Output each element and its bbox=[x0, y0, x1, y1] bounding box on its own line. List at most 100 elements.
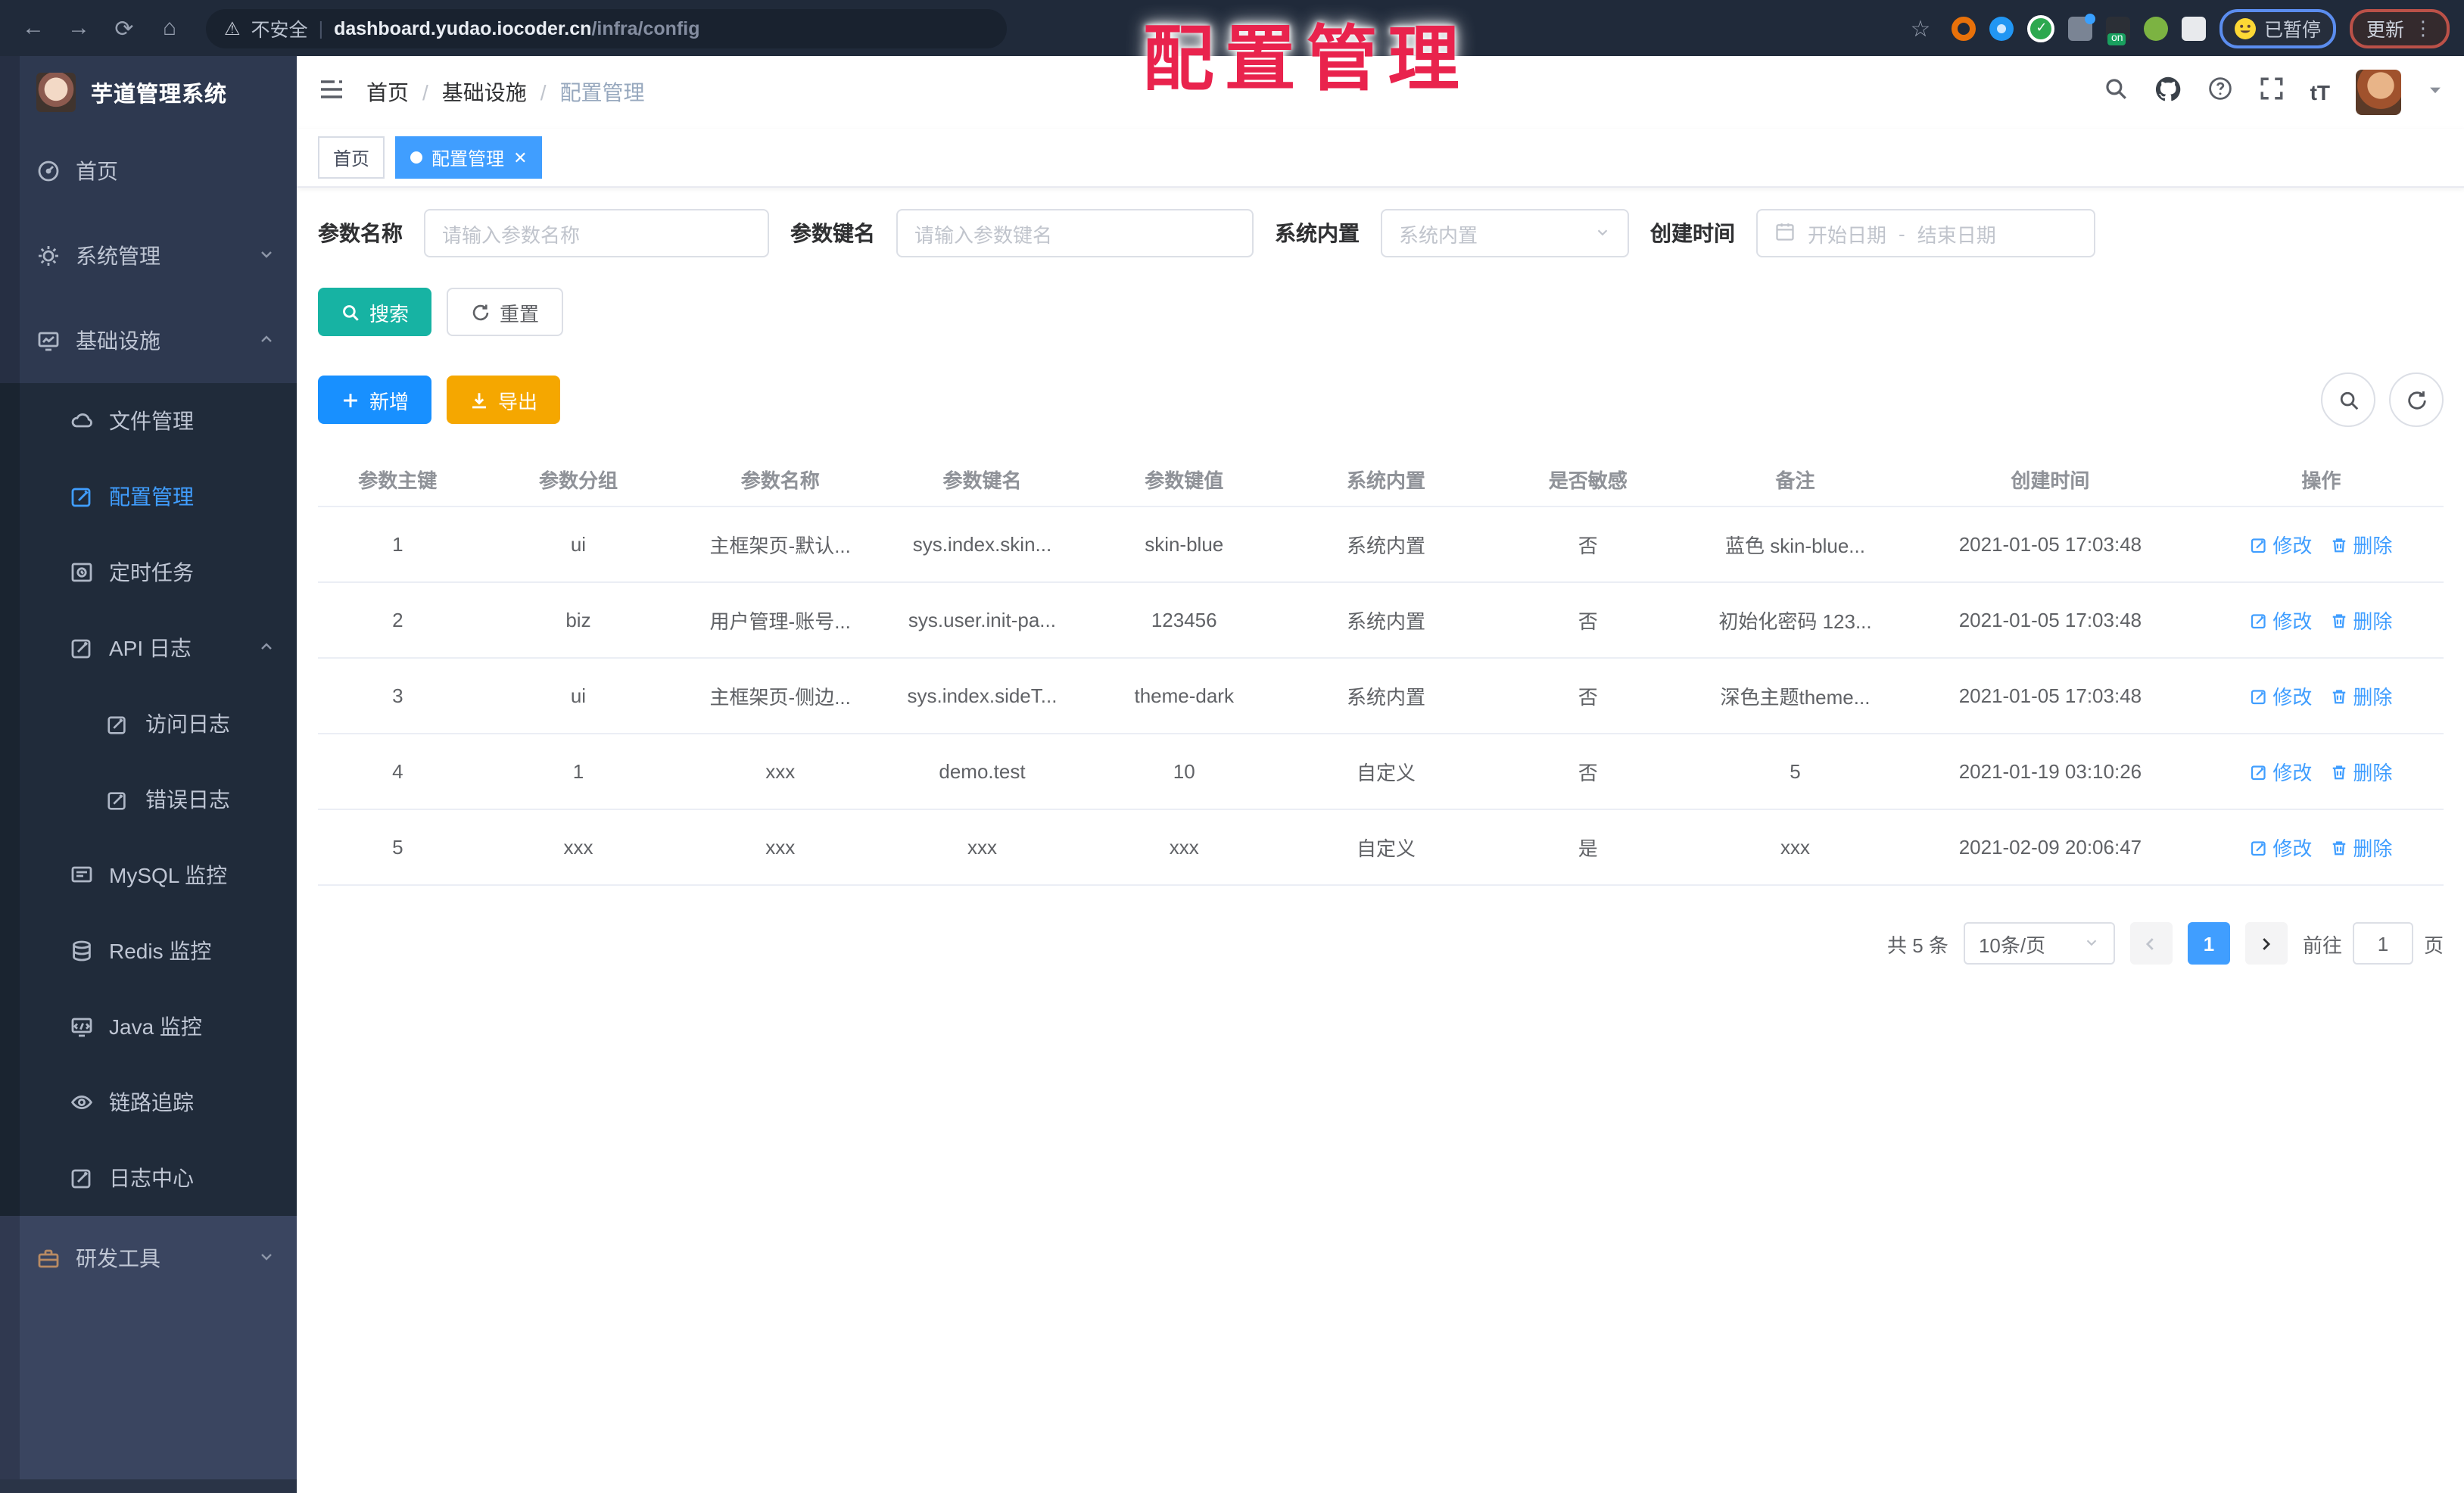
fullscreen-icon[interactable] bbox=[2259, 76, 2285, 109]
reset-button[interactable]: 重置 bbox=[447, 288, 564, 336]
sidebar-item-file[interactable]: 文件管理 bbox=[0, 383, 297, 459]
extension-pin-icon[interactable] bbox=[1989, 16, 2014, 40]
extension-orange-icon[interactable] bbox=[1952, 16, 1976, 40]
edit-link[interactable]: 修改 bbox=[2250, 606, 2312, 634]
cell-group: ui bbox=[570, 684, 587, 707]
font-size-icon[interactable]: tT bbox=[2310, 80, 2330, 104]
extension-green-icon[interactable] bbox=[2144, 16, 2169, 40]
table-header-row: 参数主键 参数分组 参数名称 参数键名 参数键值 系统内置 是否敏感 备注 创建… bbox=[318, 451, 2444, 507]
sidebar-item-home[interactable]: 首页 bbox=[0, 129, 297, 214]
edit-link[interactable]: 修改 bbox=[2250, 681, 2312, 710]
github-icon[interactable] bbox=[2154, 75, 2182, 110]
update-button[interactable]: 更新 ⋮ bbox=[2349, 8, 2450, 48]
app-logo bbox=[36, 73, 76, 112]
edit-link[interactable]: 修改 bbox=[2250, 530, 2312, 559]
reload-icon[interactable]: ⟳ bbox=[106, 10, 142, 46]
user-menu-caret-icon[interactable] bbox=[2427, 79, 2444, 106]
search-button[interactable]: 搜索 bbox=[318, 288, 432, 336]
button-label: 新增 bbox=[369, 390, 410, 413]
cell-remark: 蓝色 skin-blue... bbox=[1725, 535, 1865, 557]
browser-menu-icon[interactable]: ⋮ bbox=[2413, 16, 2433, 40]
cell-name: xxx bbox=[765, 760, 796, 783]
refresh-table-button[interactable] bbox=[2389, 372, 2444, 427]
app-shell: 芋道管理系统 首页 系统管理 基础设施 文件管理 配置管理 定时任务 API 日… bbox=[0, 56, 2464, 1493]
prev-page-button[interactable] bbox=[2129, 922, 2173, 965]
breadcrumb-infra[interactable]: 基础设施 bbox=[442, 77, 527, 108]
cell-value: skin-blue bbox=[1145, 533, 1224, 556]
sidebar-item-label: 系统管理 bbox=[76, 244, 160, 268]
sidebar-item-label: 错误日志 bbox=[145, 787, 230, 812]
page-size-select[interactable]: 10条/页 bbox=[1963, 922, 2115, 965]
sidebar-item-access-log[interactable]: 访问日志 bbox=[0, 686, 297, 762]
extensions-menu-icon[interactable] bbox=[2182, 16, 2207, 40]
search-actions-row: 搜索 重置 bbox=[318, 288, 2444, 336]
delete-link[interactable]: 删除 bbox=[2330, 681, 2392, 710]
sidebar-item-api-log[interactable]: API 日志 bbox=[0, 610, 297, 686]
toggle-search-button[interactable] bbox=[2321, 372, 2375, 427]
search-icon[interactable] bbox=[2103, 76, 2129, 109]
date-range-picker[interactable]: 开始日期 - 结束日期 bbox=[1756, 209, 2095, 257]
trash-icon bbox=[2333, 689, 2346, 703]
goto-page-input[interactable] bbox=[2352, 922, 2413, 965]
cell-id: 2 bbox=[392, 609, 403, 631]
edit-link[interactable]: 修改 bbox=[2250, 757, 2312, 786]
param-name-input[interactable]: 请输入参数名称 bbox=[424, 209, 769, 257]
extension-check-icon[interactable]: ✓ bbox=[2027, 14, 2055, 42]
sidebar-item-log-center[interactable]: 日志中心 bbox=[0, 1140, 297, 1216]
log-edit-icon bbox=[106, 788, 130, 811]
add-button[interactable]: 新增 bbox=[318, 376, 432, 424]
search-icon bbox=[2339, 391, 2358, 410]
avatar[interactable] bbox=[2356, 70, 2401, 115]
sidebar-item-error-log[interactable]: 错误日志 bbox=[0, 762, 297, 837]
trash-icon bbox=[2333, 538, 2346, 552]
link-label: 删除 bbox=[2353, 837, 2393, 860]
param-key-input[interactable]: 请输入参数键名 bbox=[896, 209, 1254, 257]
sidebar-top-section: 芋道管理系统 首页 系统管理 基础设施 bbox=[0, 56, 297, 383]
extension-puzzle-icon[interactable] bbox=[2068, 13, 2096, 40]
tag-config[interactable]: 配置管理 ✕ bbox=[395, 136, 543, 179]
export-button[interactable]: 导出 bbox=[447, 376, 561, 424]
current-page[interactable]: 1 bbox=[2187, 922, 2230, 965]
sidebar-item-system[interactable]: 系统管理 bbox=[0, 214, 297, 298]
delete-link[interactable]: 删除 bbox=[2330, 530, 2392, 559]
app-logo-row[interactable]: 芋道管理系统 bbox=[0, 56, 297, 129]
help-icon[interactable] bbox=[2207, 76, 2233, 109]
cell-builtin: 系统内置 bbox=[1346, 686, 1425, 709]
builtin-select[interactable]: 系统内置 bbox=[1381, 209, 1629, 257]
delete-link[interactable]: 删除 bbox=[2330, 606, 2392, 634]
collapse-sidebar-icon[interactable] bbox=[318, 75, 345, 110]
sidebar-item-infra[interactable]: 基础设施 bbox=[0, 298, 297, 383]
cell-actions: 修改 删除 bbox=[2199, 530, 2444, 559]
sidebar-item-redis[interactable]: Redis 监控 bbox=[0, 913, 297, 989]
bookmark-star-icon[interactable]: ☆ bbox=[1902, 10, 1939, 46]
delete-link[interactable]: 删除 bbox=[2330, 833, 2392, 862]
forward-icon[interactable]: → bbox=[61, 10, 97, 46]
config-table: 参数主键 参数分组 参数名称 参数键名 参数键值 系统内置 是否敏感 备注 创建… bbox=[318, 451, 2444, 886]
cell-key: demo.test bbox=[939, 760, 1026, 783]
edit-link[interactable]: 修改 bbox=[2250, 833, 2312, 862]
breadcrumb-home[interactable]: 首页 bbox=[366, 77, 409, 108]
annotation-title: 配置管理 bbox=[1142, 18, 1470, 98]
sidebar-item-job[interactable]: 定时任务 bbox=[0, 535, 297, 610]
monitor-chart-icon bbox=[36, 329, 61, 353]
sidebar-item-trace[interactable]: 链路追踪 bbox=[0, 1064, 297, 1140]
sidebar-item-config[interactable]: 配置管理 bbox=[0, 459, 297, 535]
tag-home[interactable]: 首页 bbox=[318, 136, 385, 179]
sidebar-item-label: API 日志 bbox=[109, 636, 192, 660]
sidebar-submenu-infra: 文件管理 配置管理 定时任务 API 日志 访问日志 错误日志 MySQL 监控… bbox=[0, 383, 297, 1216]
sidebar-item-dev-tools[interactable]: 研发工具 bbox=[0, 1216, 297, 1301]
sidebar-item-java[interactable]: Java 监控 bbox=[0, 989, 297, 1064]
delete-link[interactable]: 删除 bbox=[2330, 757, 2392, 786]
link-label: 删除 bbox=[2353, 610, 2393, 633]
cell-builtin: 系统内置 bbox=[1346, 610, 1425, 633]
edit-pencil-icon bbox=[2251, 538, 2266, 553]
home-icon[interactable]: ⌂ bbox=[151, 10, 188, 46]
sidebar-item-mysql[interactable]: MySQL 监控 bbox=[0, 837, 297, 913]
paused-badge[interactable]: 已暂停 bbox=[2219, 8, 2336, 48]
address-bar[interactable]: ⚠ 不安全 | dashboard.yudao.iocoder.cn/infra… bbox=[206, 8, 1007, 48]
back-icon[interactable]: ← bbox=[15, 10, 51, 46]
next-page-button[interactable] bbox=[2244, 922, 2288, 965]
screenshot-stage: ← → ⟳ ⌂ ⚠ 不安全 | dashboard.yudao.iocoder.… bbox=[0, 0, 2464, 1493]
extension-on-badge-icon[interactable] bbox=[2106, 16, 2131, 45]
close-icon[interactable]: ✕ bbox=[513, 148, 527, 167]
